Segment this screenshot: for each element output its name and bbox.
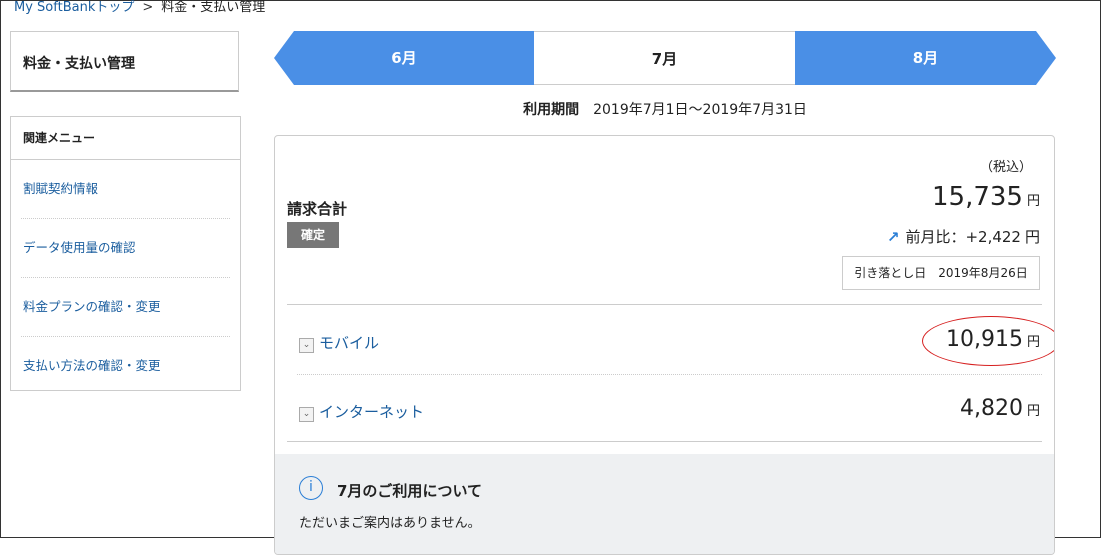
related-menu: 関連メニュー 割賦契約情報 データ使用量の確認 料金プランの確認・変更 支払い方… (10, 116, 241, 391)
arrow-up-right-icon: ↗ (886, 228, 900, 246)
total-amount: 15,735 円 (932, 182, 1040, 212)
tab-next-month[interactable]: 8月 (795, 31, 1056, 85)
due-date: 引き落とし日 2019年8月26日 (842, 256, 1040, 290)
breadcrumb-home-link[interactable]: My SoftBankトップ (14, 0, 134, 15)
bill-card: （税込） 請求合計 確定 15,735 円 ↗ 前月比：+2,422 円 引き落とし日… (274, 135, 1055, 555)
sidebar-item-data-usage[interactable]: データ使用量の確認 (21, 219, 230, 278)
usage-period: 利用期間 2019年7月1日～2019年7月31日 (274, 99, 1056, 119)
row-internet-amount: 4,820 円 (960, 396, 1040, 421)
tax-note: （税込） (979, 160, 1032, 175)
divider (287, 441, 1042, 442)
row-internet-label: インターネット (319, 403, 425, 421)
notice-text: ただいまご案内はありません。 (299, 516, 481, 531)
month-diff: ↗ 前月比：+2,422 円 (887, 226, 1040, 247)
notice-title: 7月のご利用について (337, 482, 482, 500)
month-tabs: 6月 7月 8月 (274, 31, 1056, 85)
usage-period-value: 2019年7月1日～2019年7月31日 (593, 102, 807, 118)
row-mobile-label: モバイル (319, 334, 380, 352)
month-diff-value: 前月比：+2,422 (905, 228, 1021, 246)
usage-period-label: 利用期間 (523, 102, 580, 118)
sidebar-item-payment-method[interactable]: 支払い方法の確認・変更 (21, 337, 230, 395)
total-label: 請求合計 (287, 200, 348, 218)
highlight-circle (922, 316, 1054, 366)
sidebar-item-plan-change[interactable]: 料金プランの確認・変更 (21, 278, 230, 337)
sidebar-title: 料金・支払い管理 (23, 56, 135, 72)
divider (287, 304, 1042, 305)
divider (297, 374, 1042, 375)
total-amount-value: 15,735 (932, 182, 1023, 212)
chevron-down-icon: ⌄ (299, 407, 314, 422)
tab-current-month: 7月 (534, 31, 795, 85)
breadcrumb-separator: > (142, 0, 154, 15)
row-internet-amount-value: 4,820 (960, 396, 1023, 421)
related-menu-header: 関連メニュー (11, 117, 240, 160)
breadcrumb: My SoftBankトップ > 料金・支払い管理 (14, 0, 265, 17)
breadcrumb-current: 料金・支払い管理 (161, 0, 266, 15)
yen-unit: 円 (1024, 228, 1040, 246)
yen-unit: 円 (1026, 404, 1040, 419)
info-icon: i (299, 476, 323, 500)
row-mobile[interactable]: ⌄ モバイル (299, 332, 379, 353)
yen-unit: 円 (1026, 194, 1040, 209)
row-internet[interactable]: ⌄ インターネット (299, 401, 424, 422)
tab-prev-month[interactable]: 6月 (274, 31, 534, 85)
chevron-down-icon: ⌄ (299, 338, 314, 353)
notice-box: i 7月のご利用について ただいまご案内はありません。 (275, 454, 1054, 554)
status-badge: 確定 (287, 222, 339, 248)
sidebar-title-box: 料金・支払い管理 (10, 31, 239, 92)
sidebar-item-installment-info[interactable]: 割賦契約情報 (21, 160, 230, 219)
